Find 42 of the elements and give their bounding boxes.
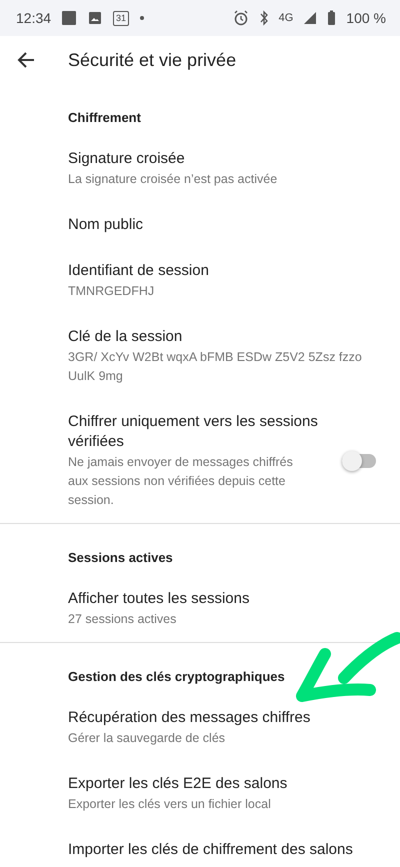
signal-icon — [303, 11, 318, 25]
item-subtitle: Exporter les clés vers un fichier local — [68, 796, 272, 813]
settings-item[interactable]: Signature croisée La signature croisée n’est pas activée — [0, 136, 400, 202]
item-title: Importer les clés de chiffrement des salons — [68, 840, 354, 860]
network-type: 4G — [278, 12, 294, 24]
screen-title: Sécurité et vie privée — [68, 50, 236, 70]
image-icon — [87, 10, 104, 26]
calendar-icon: 31 — [113, 10, 130, 26]
square-icon — [61, 10, 78, 26]
item-subtitle: 3GR/ XcYv W2Bt wqxA bFMB ESDw Z5V2 5Zsz fzzo UulK 9mg — [68, 349, 363, 385]
item-title: Récupération des messages chiffres — [68, 708, 312, 728]
item-subtitle: TMNRGEDFHJ — [68, 283, 156, 300]
item-title: Nom public — [68, 215, 144, 235]
back-arrow-icon — [17, 51, 35, 69]
section-title: Gestion des clés cryptographiques — [67, 668, 285, 686]
clock-time: 12:34 — [16, 10, 52, 26]
settings-item[interactable]: Récupération des messages chiffres Gérer la sauvegarde de clés — [0, 695, 400, 761]
item-title: Identifiant de session — [68, 261, 210, 281]
settings-item[interactable]: Afficher toutes les sessions 27 sessions actives — [0, 576, 400, 642]
battery-icon — [327, 10, 336, 26]
alarm-icon — [232, 10, 249, 26]
item-subtitle: 27 sessions actives — [68, 611, 178, 628]
item-title: Clé de la session — [68, 327, 184, 347]
settings-item[interactable]: Identifiant de session TMNRGEDFHJ — [0, 248, 400, 314]
section-title: Chiffrement — [67, 109, 141, 127]
settings-item[interactable]: Exporter les clés E2E des salons Exporter les clés vers un fichier local — [0, 761, 400, 827]
settings-item[interactable]: Nom public — [0, 202, 400, 248]
settings-item[interactable]: Clé de la session 3GR/ XcYv W2Bt wqxA bFMB ESDw Z5V2 5Zsz fzzo UulK 9mg — [0, 314, 400, 399]
item-title: Afficher toutes les sessions — [68, 589, 250, 609]
item-subtitle: Gérer la sauvegarde de clés — [68, 730, 226, 747]
battery-level: 100 % — [346, 10, 386, 26]
toggle-switch[interactable] — [342, 454, 376, 468]
item-subtitle: La signature croisée n’est pas activée — [68, 171, 278, 188]
settings-toggle-item[interactable]: Chiffrer uniquement vers les sessions vérifiées Ne jamais envoyer de messages chiffrés aux sessions non vérifiées depuis cette session. — [0, 399, 400, 523]
item-title: Chiffrer uniquement vers les sessions vérifiées — [68, 412, 319, 452]
dot-icon — [139, 15, 146, 21]
bluetooth-icon — [258, 10, 269, 26]
item-title: Exporter les clés E2E des salons — [68, 774, 288, 794]
item-title: Signature croisée — [68, 149, 186, 169]
item-subtitle: Ne jamais envoyer de messages chiffrés aux sessions non vérifiées depuis cette session. — [68, 454, 294, 509]
settings-item[interactable]: Importer les clés de chiffrement des salons — [0, 827, 400, 867]
section-title: Sessions actives — [67, 549, 173, 567]
